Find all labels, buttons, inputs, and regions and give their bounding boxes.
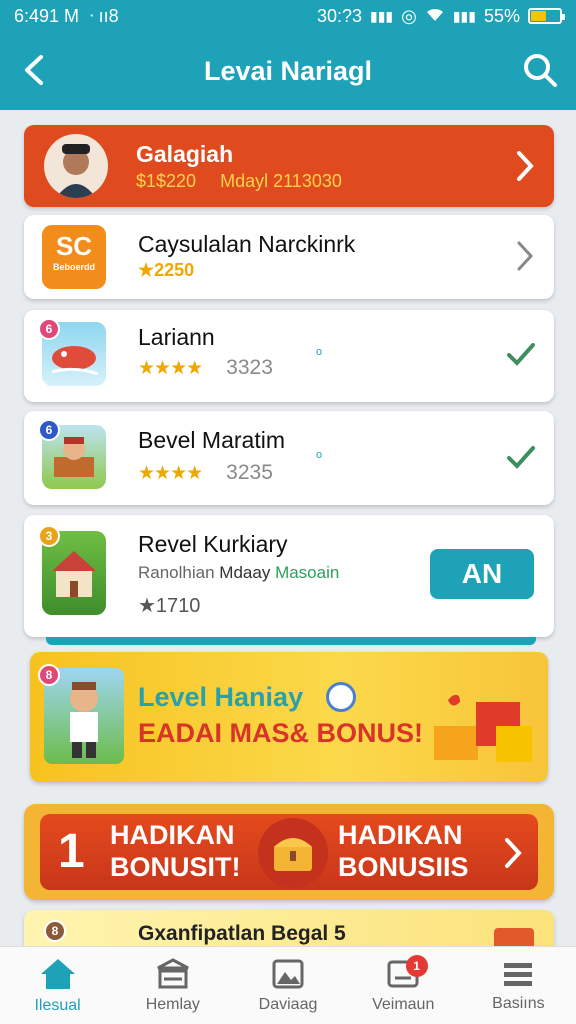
- app-thumbnail: SC Beboerdd: [42, 225, 106, 289]
- page-title: Levai Nariagl: [203, 55, 373, 86]
- nav-library[interactable]: Hemlay: [115, 947, 230, 1024]
- card-underline: [46, 637, 536, 645]
- item-rating-row: ★★★★ 3235: [138, 461, 273, 485]
- banner-subtitle: EADAI MAS& BONUS!: [138, 718, 424, 748]
- item-rating: ★2250: [138, 260, 195, 280]
- list-item[interactable]: SC Beboerdd Caysulalan Narckinrk ★2250: [24, 215, 554, 299]
- item-badge: 6: [38, 318, 60, 340]
- bottom-navigation: Ilesual Hemlay Daviaag Veimaun 1 Basiıns: [0, 946, 576, 1024]
- gift-icon: [430, 692, 540, 781]
- wifi-icon: [425, 6, 445, 27]
- status-clock: 30:?3: [316, 5, 362, 26]
- item-badge: 3: [38, 525, 60, 547]
- subtitle-c: Masoain: [275, 563, 340, 582]
- nav-label: Veimaun: [372, 995, 435, 1013]
- nav-label: Ilesual: [34, 996, 81, 1014]
- list-item[interactable]: 6 Bevel Maratim ★★★★ 3235 ᵒ: [24, 411, 554, 505]
- bonus-left-top: HADIKAN: [110, 820, 235, 850]
- treasure-icon: [258, 818, 328, 888]
- battery-icon: [528, 8, 565, 24]
- status-time: 6:491 M: [14, 5, 80, 26]
- item-score: 3323: [226, 356, 273, 379]
- star-rating: ★★★★: [138, 358, 203, 379]
- chevron-right-icon: [514, 149, 536, 188]
- nav-label: Hemlay: [145, 995, 200, 1013]
- item-price: $1$220: [136, 171, 197, 191]
- clock-icon: [326, 682, 356, 712]
- nav-menu[interactable]: Basiıns: [461, 947, 576, 1024]
- nav-gallery[interactable]: Daviaag: [230, 947, 345, 1024]
- bonus-left-bottom: BONUSIT!: [110, 852, 241, 882]
- status-extra: ᐧ ıı8: [89, 5, 119, 26]
- list-item[interactable]: 6 Lariann ★★★★ 3323 ᵒ: [24, 310, 554, 402]
- bonus-banner[interactable]: 1 HADIKAN BONUSIT! HADIKAN BONUSIIS: [24, 804, 554, 900]
- banner-badge: 8: [38, 664, 60, 686]
- signal-icon-2: ▮▮▮: [452, 7, 476, 24]
- library-icon: [157, 957, 189, 988]
- item-mini-marker: ᵒ: [316, 449, 323, 466]
- subtitle-a: Ranolhian: [138, 563, 215, 582]
- thumb-text: SC: [55, 231, 93, 261]
- item-title: Lariann: [138, 324, 215, 350]
- bonus-panel: 1 HADIKAN BONUSIT! HADIKAN BONUSIIS: [40, 814, 538, 890]
- item-subtitle: Ranolhian Mdaay Masoain: [138, 563, 339, 583]
- search-icon: [524, 54, 557, 87]
- alarm-icon: ◎: [401, 5, 417, 26]
- nav-inbox[interactable]: Veimaun 1: [346, 947, 461, 1024]
- banner-title: Level Haniay: [138, 682, 304, 712]
- nav-home[interactable]: Ilesual: [0, 947, 115, 1024]
- item-mini-marker: ᵒ: [316, 346, 323, 363]
- back-button[interactable]: [10, 46, 58, 94]
- item-badge: 8: [44, 920, 66, 942]
- item-meta: Mdayl 2113030: [220, 171, 342, 191]
- search-button[interactable]: [516, 46, 564, 94]
- chevron-right-icon: [502, 836, 524, 875]
- item-title: Revel Kurkiary: [138, 531, 288, 557]
- check-icon: [506, 443, 536, 476]
- signal-icon: ▮▮▮: [370, 7, 394, 24]
- app-header: Levai Nariagl: [0, 32, 576, 110]
- subtitle-b: Mdaay: [219, 563, 271, 582]
- status-bar: 6:491 M ᐧ ıı8 30:?3 ▮▮▮ ◎ ▮▮▮ 55%: [0, 0, 576, 32]
- item-title: Bevel Maratim: [138, 427, 285, 453]
- item-rating-row: ★★★★ 3323: [138, 356, 273, 380]
- install-button[interactable]: AN: [430, 549, 534, 599]
- bonus-right-top: HADIKAN: [338, 820, 463, 850]
- avatar: [44, 134, 108, 198]
- item-score: 3235: [226, 461, 273, 484]
- gallery-icon: [272, 959, 304, 988]
- back-arrow-icon: [25, 55, 43, 85]
- nav-label: Daviaag: [258, 995, 318, 1013]
- nav-label: Basiıns: [492, 994, 545, 1012]
- check-icon: [506, 340, 536, 373]
- item-badge: 6: [38, 419, 60, 441]
- item-title: Gxanfipatlan Begal 5: [138, 922, 346, 945]
- bonus-right-bottom: BONUSIIS: [338, 852, 469, 882]
- item-title: Galagiah: [136, 141, 234, 167]
- item-subtitle: $1$220 Mdayl 2113030: [136, 171, 342, 192]
- battery-percent: 55%: [483, 5, 520, 26]
- item-title: Caysulalan Narckinrk: [138, 231, 356, 257]
- promo-banner[interactable]: 8 Level Haniay EADAI MAS& BONUS!: [30, 652, 548, 782]
- item-rating: ★1710: [138, 595, 201, 617]
- notification-badge: 1: [405, 955, 428, 977]
- bonus-number: 1: [58, 825, 85, 878]
- menu-icon: [504, 962, 533, 986]
- install-button-label: AN: [461, 558, 503, 589]
- list-item-featured[interactable]: Galagiah $1$220 Mdayl 2113030: [24, 125, 554, 207]
- home-icon: [40, 958, 75, 989]
- star-rating: ★★★★: [138, 463, 203, 484]
- thumb-caption: Beboerdd: [52, 262, 95, 272]
- chevron-right-icon: [514, 239, 536, 278]
- list-item[interactable]: 3 Revel Kurkiary Ranolhian Mdaay Masoain…: [24, 515, 554, 637]
